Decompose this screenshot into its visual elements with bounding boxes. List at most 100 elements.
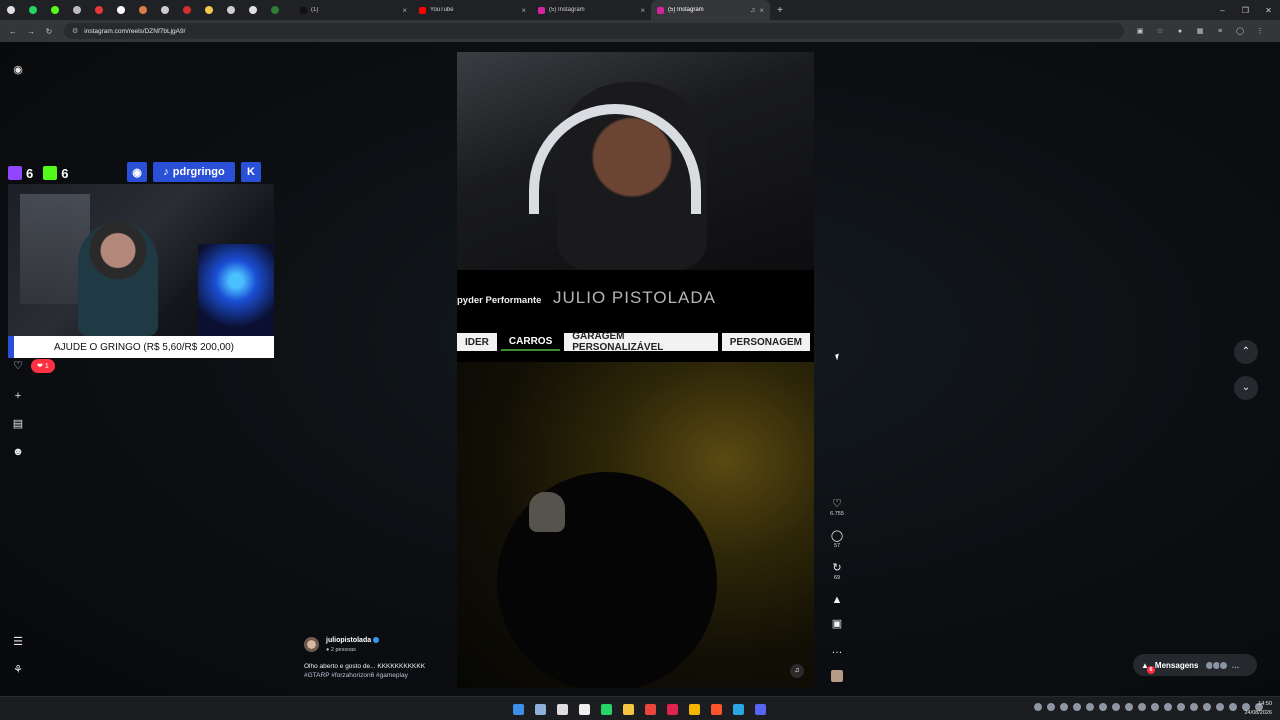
- author-username-row[interactable]: juliopistolada: [326, 637, 380, 644]
- tab-close-icon[interactable]: ×: [402, 6, 407, 15]
- messages-button[interactable]: ▲ 6 Mensagens …: [1133, 654, 1257, 676]
- brave-icon[interactable]: [706, 700, 726, 718]
- whatsapp-icon[interactable]: [596, 700, 616, 718]
- caption-hashtags[interactable]: #GTARP #forzahorizon6 #gameplay: [304, 672, 408, 679]
- tray-icon[interactable]: [1203, 703, 1211, 711]
- download-icon[interactable]: [242, 0, 264, 20]
- more-menu-icon[interactable]: ☰: [10, 634, 26, 650]
- extension-icon[interactable]: ●: [1170, 28, 1190, 35]
- new-tab-button[interactable]: +: [770, 5, 790, 16]
- author-avatar[interactable]: [304, 637, 319, 652]
- reload-button[interactable]: ↻: [40, 27, 58, 36]
- chrome-menu-icon[interactable]: ⋮: [1250, 27, 1270, 35]
- tools-icon[interactable]: [66, 0, 88, 20]
- tray-icon[interactable]: [1060, 703, 1068, 711]
- tagged-people[interactable]: ● 2 pessoas: [326, 647, 356, 653]
- chrome-active-icon[interactable]: [684, 700, 704, 718]
- windows-taskbar: 14:50 24/08/2026: [0, 696, 1280, 720]
- share-button[interactable]: ▲: [826, 594, 848, 606]
- forward-button[interactable]: →: [22, 27, 40, 36]
- notion-icon[interactable]: [110, 0, 132, 20]
- tab-close-icon[interactable]: ×: [521, 6, 526, 15]
- kick-icon[interactable]: [44, 0, 66, 20]
- close-window-button[interactable]: ✕: [1257, 6, 1280, 15]
- tab-title: (5) Instagram: [549, 7, 585, 13]
- tray-icon[interactable]: [1073, 703, 1081, 711]
- cast-icon[interactable]: ▣: [1130, 27, 1150, 35]
- also-from-meta-icon[interactable]: ⚘: [10, 662, 26, 678]
- restore-button[interactable]: ❐: [1234, 6, 1257, 15]
- green-app-icon[interactable]: [264, 0, 286, 20]
- url-bar[interactable]: ⚙ instagram.com/reels/DZNf7bLjgA9/: [64, 23, 1124, 39]
- tiktok-handle: pdrgringo: [172, 166, 225, 178]
- tray-icon[interactable]: [1099, 703, 1107, 711]
- back-button[interactable]: ←: [4, 27, 22, 36]
- tray-icon[interactable]: [1177, 703, 1185, 711]
- more-options-button[interactable]: …: [826, 644, 848, 656]
- previous-reel-button[interactable]: ⌃: [1234, 340, 1258, 364]
- tray-icon[interactable]: [1034, 703, 1042, 711]
- browser-tab[interactable]: (1) ×: [294, 0, 413, 20]
- reel-video[interactable]: pyder Performante JULIO PISTOLADA IDER CA…: [457, 52, 814, 688]
- tab-strip: (1) × YouTube × (5) Instagram × (5) Instagram ♫…: [294, 0, 770, 20]
- like-button[interactable]: ♡ 6.755: [826, 498, 848, 517]
- tray-icon[interactable]: [1125, 703, 1133, 711]
- media-controls-icon[interactable]: ≡: [1210, 28, 1230, 35]
- browser-tab[interactable]: YouTube ×: [413, 0, 532, 20]
- media-icon[interactable]: [574, 700, 594, 718]
- bookmark-star-icon[interactable]: ☆: [1150, 27, 1170, 35]
- opera-icon[interactable]: [662, 700, 682, 718]
- tray-icon[interactable]: [1138, 703, 1146, 711]
- tray-icon[interactable]: [1151, 703, 1159, 711]
- system-clock[interactable]: 14:50 24/08/2026: [1244, 700, 1272, 718]
- tray-icon[interactable]: [1229, 703, 1237, 711]
- browser-tab[interactable]: (5) Instagram ♫ ×: [651, 0, 770, 20]
- audio-toggle-icon[interactable]: ♫: [790, 664, 804, 678]
- tray-icon[interactable]: [1047, 703, 1055, 711]
- red-app-icon[interactable]: [176, 0, 198, 20]
- minimize-button[interactable]: –: [1211, 6, 1234, 15]
- notifications-heart-icon[interactable]: ♡: [10, 358, 26, 374]
- twitch-counter: 6: [8, 166, 33, 181]
- extensions-puzzle-icon[interactable]: ▦: [1190, 27, 1210, 35]
- docs-icon[interactable]: [198, 0, 220, 20]
- tray-icon[interactable]: [1190, 703, 1198, 711]
- repost-button[interactable]: ↻ 69: [826, 562, 848, 581]
- profile-icon[interactable]: ◯: [1230, 27, 1250, 35]
- folder-icon[interactable]: [618, 700, 638, 718]
- notes-icon[interactable]: [552, 700, 572, 718]
- tray-icon[interactable]: [1164, 703, 1172, 711]
- tray-icon[interactable]: [1112, 703, 1120, 711]
- create-plus-icon[interactable]: +: [10, 388, 26, 404]
- next-reel-button[interactable]: ⌄: [1234, 376, 1258, 400]
- tab-close-icon[interactable]: ×: [759, 6, 764, 15]
- tab-title: (1): [311, 7, 319, 13]
- tray-icon[interactable]: [1216, 703, 1224, 711]
- chrome-icon[interactable]: [640, 700, 660, 718]
- whatsapp-icon[interactable]: [22, 0, 44, 20]
- globe-icon[interactable]: [220, 0, 242, 20]
- site-info-icon[interactable]: ⚙: [72, 27, 78, 35]
- copilot-icon[interactable]: [530, 700, 550, 718]
- discord-icon[interactable]: [750, 700, 770, 718]
- author-username[interactable]: juliopistolada: [326, 637, 371, 644]
- profile-avatar-icon[interactable]: ☻: [10, 444, 26, 460]
- audio-thumbnail[interactable]: [826, 670, 848, 682]
- telegram-icon[interactable]: [728, 700, 748, 718]
- game-icon[interactable]: [132, 0, 154, 20]
- windows-start-icon[interactable]: [508, 700, 528, 718]
- instagram-logo-icon[interactable]: ◉: [10, 62, 26, 78]
- comment-button[interactable]: ◯ 57: [826, 530, 848, 549]
- notification-badge[interactable]: ❤ 1: [31, 359, 55, 373]
- comment-count: 57: [833, 543, 841, 549]
- donation-goal-bar: AJUDE O GRINGO (R$ 5,60/R$ 200,00): [8, 336, 274, 358]
- dashboard-icon[interactable]: ▤: [10, 416, 26, 432]
- tab-audio-icon[interactable]: ♫: [750, 7, 755, 14]
- tray-icon[interactable]: [1086, 703, 1094, 711]
- tab-close-icon[interactable]: ×: [640, 6, 645, 15]
- settings-icon[interactable]: [154, 0, 176, 20]
- save-button[interactable]: ▣: [826, 618, 848, 630]
- chrome-ui-icon[interactable]: [0, 0, 22, 20]
- browser-tab[interactable]: (5) Instagram ×: [532, 0, 651, 20]
- record-icon[interactable]: [88, 0, 110, 20]
